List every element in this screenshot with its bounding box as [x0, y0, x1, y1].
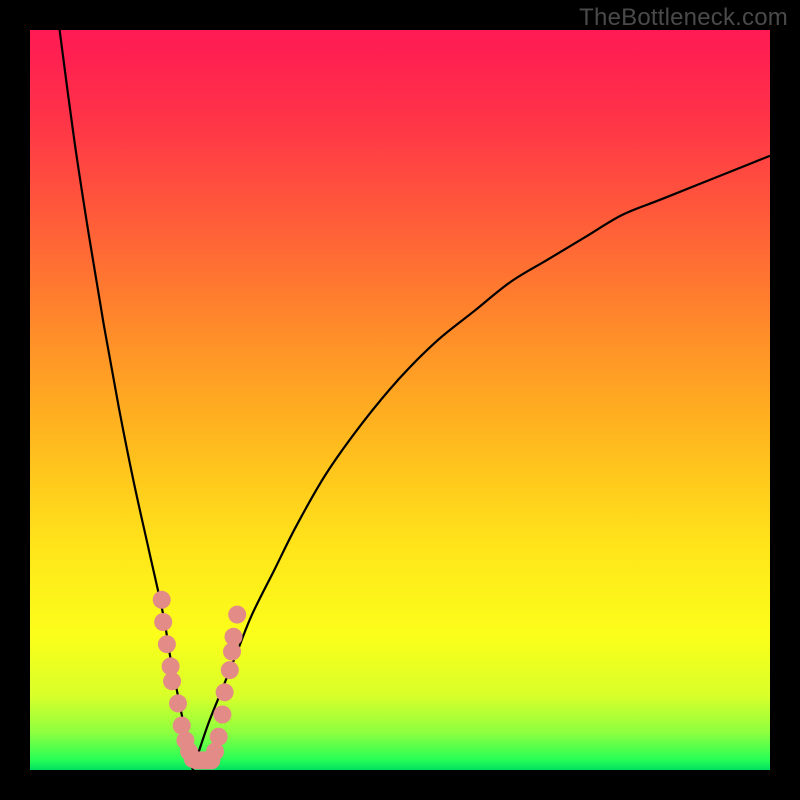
marker-dot [154, 613, 172, 631]
marker-dot [221, 661, 239, 679]
marker-dot [225, 628, 243, 646]
bottleneck-curve [30, 30, 770, 770]
marker-dot [153, 591, 171, 609]
marker-dot [169, 694, 187, 712]
plot-area [30, 30, 770, 770]
watermark-text: TheBottleneck.com [579, 4, 788, 32]
marker-dot [210, 728, 228, 746]
marker-group [153, 591, 246, 770]
marker-dot [158, 635, 176, 653]
curve-right-branch [193, 156, 770, 770]
marker-dot [228, 606, 246, 624]
chart-frame: TheBottleneck.com [0, 0, 800, 800]
marker-dot [213, 706, 231, 724]
marker-dot [163, 672, 181, 690]
marker-dot [216, 683, 234, 701]
